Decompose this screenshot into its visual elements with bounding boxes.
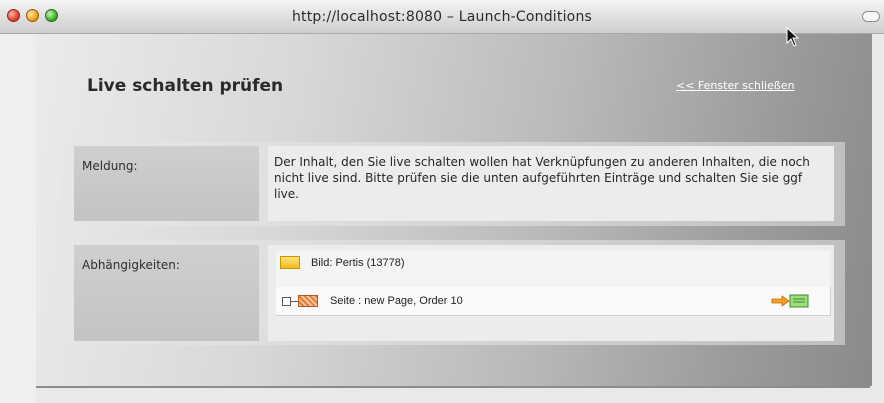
dependencies-label: Abhängigkeiten: — [74, 245, 259, 341]
close-window-link[interactable]: << Fenster schließen — [676, 79, 795, 92]
dependencies-list: Bild: Pertis (13778) Seite : new Page, O… — [268, 245, 834, 341]
message-cell: Der Inhalt, den Sie live schalten wollen… — [268, 146, 834, 221]
tree-connector — [291, 300, 298, 302]
dependency-item-label: Seite : new Page, Order 10 — [330, 295, 463, 307]
window-title: http://localhost:8080 – Launch-Condition… — [291, 9, 593, 25]
window-left-margin — [0, 34, 36, 403]
page-title: Live schalten prüfen — [87, 76, 284, 96]
page-icon — [298, 295, 318, 307]
tree-node-icon[interactable] — [282, 296, 291, 306]
window-titlebar: http://localhost:8080 – Launch-Condition… — [0, 0, 884, 34]
link-arrow-icon[interactable] — [770, 294, 810, 308]
page-divider — [36, 386, 870, 388]
dependency-item[interactable]: Bild: Pertis (13778) — [280, 256, 405, 269]
mouse-cursor-icon — [786, 27, 800, 47]
dependency-item[interactable]: Seite : new Page, Order 10 — [276, 287, 831, 316]
message-text: Der Inhalt, den Sie live schalten wollen… — [274, 155, 810, 201]
dependency-item-label: Bild: Pertis (13778) — [311, 256, 405, 269]
image-icon — [280, 256, 300, 269]
message-label: Meldung: — [74, 146, 259, 221]
toolbar-toggle-button[interactable] — [862, 11, 880, 22]
